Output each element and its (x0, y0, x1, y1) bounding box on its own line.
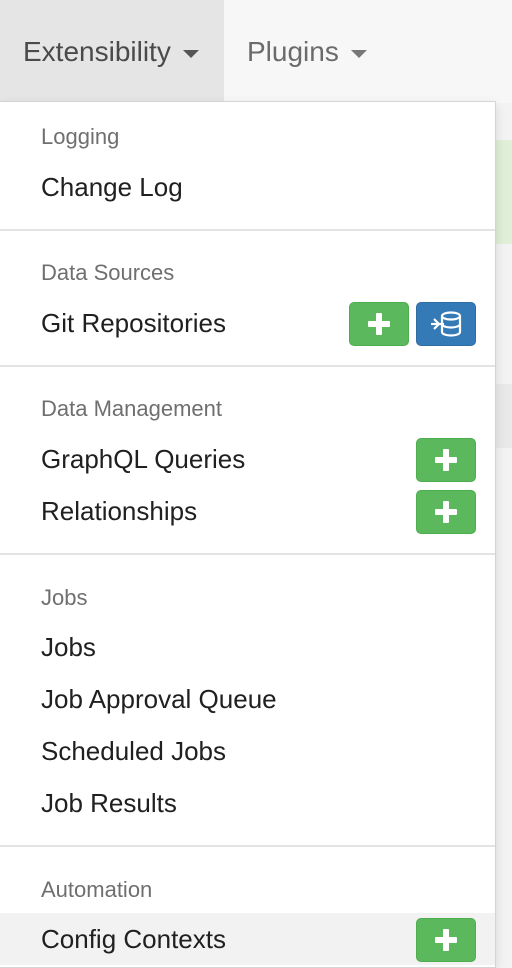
menu-item-relationships[interactable]: Relationships (0, 485, 495, 537)
menu-item-jobs[interactable]: Jobs (0, 621, 495, 673)
menu-item-label: Config Contexts (41, 924, 226, 954)
menu-item-label: Jobs (41, 632, 96, 662)
menu-item-label: Job Approval Queue (41, 684, 277, 714)
section-divider (0, 365, 495, 367)
menu-item-graphql-queries[interactable]: GraphQL Queries (0, 433, 495, 485)
menu-item-job-results[interactable]: Job Results (0, 777, 495, 829)
menu-item-label: Relationships (41, 496, 198, 526)
add-git-repository-button[interactable] (349, 302, 409, 346)
section-divider (0, 229, 495, 231)
menu-item-change-log[interactable]: Change Log (0, 161, 495, 213)
add-config-context-button[interactable] (416, 918, 476, 962)
add-icon (435, 501, 457, 523)
menu-item-scheduled-jobs[interactable]: Scheduled Jobs (0, 725, 495, 777)
menu-item-label: Job Results (41, 788, 177, 818)
menu-item-label: Git Repositories (41, 308, 226, 338)
nav-tab-plugins[interactable]: Plugins (224, 0, 404, 103)
section-divider (0, 553, 495, 555)
section-header-jobs: Jobs (41, 585, 88, 610)
section-header-data-sources: Data Sources (41, 260, 175, 285)
section-header-automation: Automation (41, 877, 153, 902)
top-navbar: Extensibility Plugins (0, 0, 512, 103)
sync-git-repositories-button[interactable] (416, 302, 476, 346)
section-header-logging: Logging (41, 124, 120, 149)
add-icon (368, 313, 390, 335)
menu-item-job-approval-queue[interactable]: Job Approval Queue (0, 673, 495, 725)
nav-tab-extensibility-label: Extensibility (23, 35, 171, 67)
add-icon (435, 929, 457, 951)
add-icon (435, 449, 457, 471)
menu-item-label: GraphQL Queries (41, 444, 246, 474)
background-alert (496, 140, 512, 244)
section-divider (0, 845, 495, 847)
section-header-data-management: Data Management (41, 396, 222, 421)
menu-item-git-repositories[interactable]: Git Repositories (0, 297, 495, 349)
add-relationship-button[interactable] (416, 490, 476, 534)
caret-down-icon (350, 49, 367, 58)
nav-tab-plugins-label: Plugins (247, 35, 339, 67)
menu-item-label: Scheduled Jobs (41, 736, 227, 766)
background-panel (496, 384, 512, 448)
extensibility-dropdown-menu: Logging Change Log Data Sources Git Repo… (0, 101, 496, 968)
caret-down-icon (182, 49, 199, 58)
nav-tab-extensibility[interactable]: Extensibility (0, 0, 224, 103)
menu-item-label: Change Log (41, 172, 183, 202)
database-sync-icon (431, 311, 462, 337)
add-graphql-query-button[interactable] (416, 438, 476, 482)
menu-item-config-contexts[interactable]: Config Contexts (0, 913, 495, 965)
